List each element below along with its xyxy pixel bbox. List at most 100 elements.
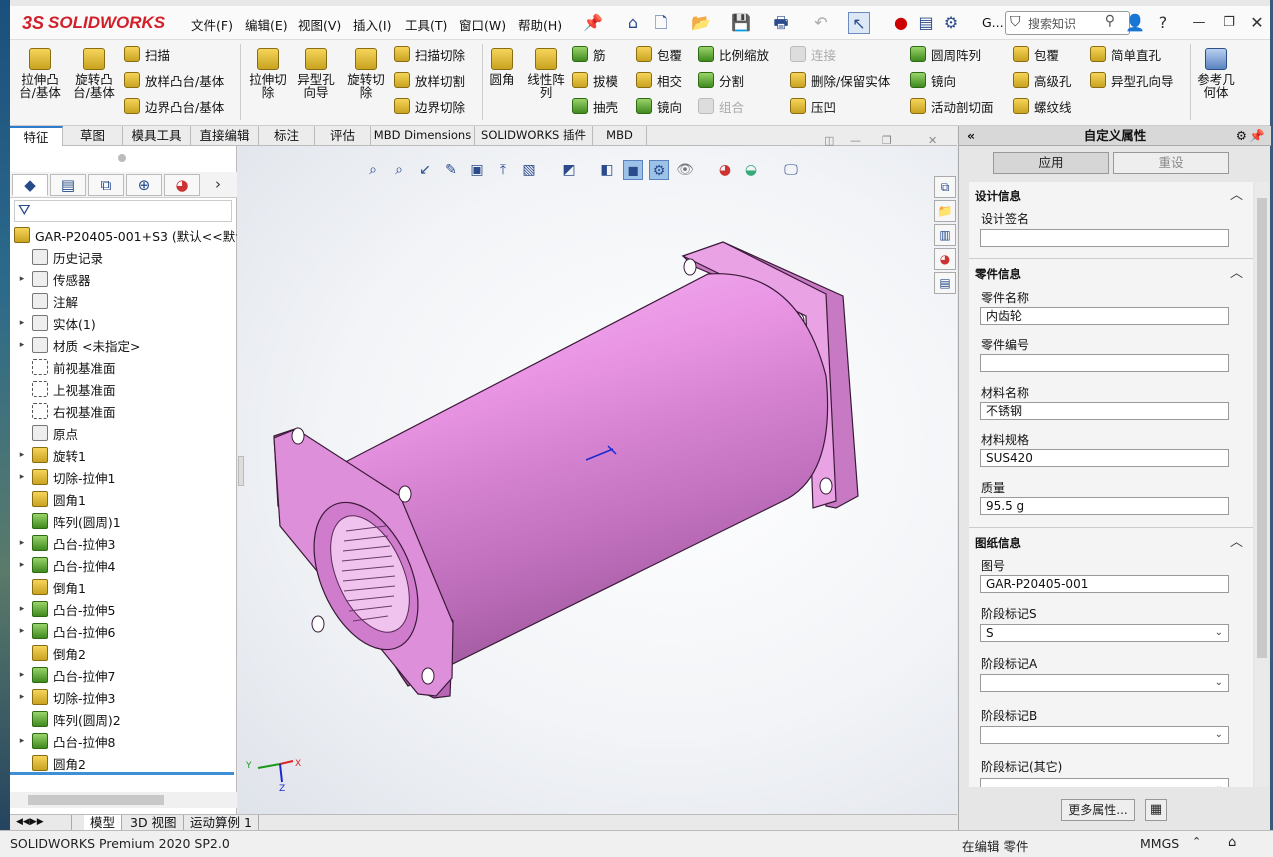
advanced-hole-button[interactable]: 高级孔 — [1013, 70, 1072, 90]
stage-other-dropdown[interactable]: ⌄ — [980, 778, 1229, 787]
part-name-field[interactable]: 内齿轮 — [980, 307, 1229, 325]
expand-arrow-icon[interactable]: ▸ — [16, 450, 28, 460]
home-icon[interactable]: ⌂ — [622, 12, 644, 34]
split-button[interactable]: 分割 — [698, 70, 744, 90]
lofted-cut-button[interactable]: 放样切割 — [394, 70, 465, 90]
menu-edit[interactable]: 编辑(E) — [245, 15, 288, 34]
expand-arrow-icon[interactable]: ▸ — [16, 340, 28, 350]
tab-mbd-dimensions[interactable]: MBD Dimensions — [371, 126, 475, 146]
delete-keep-body-button[interactable]: 删除/保留实体 — [790, 70, 890, 90]
tree-item[interactable]: 上视基准面 — [10, 378, 237, 400]
revolve-cut-button[interactable]: 旋转切 除 — [340, 44, 392, 99]
save-icon[interactable]: 💾 — [730, 12, 752, 34]
configuration-manager-tab-icon[interactable]: ⧉ — [88, 174, 124, 196]
tree-item[interactable]: ▸ 材质 <未指定> — [10, 334, 237, 356]
expand-arrow-icon[interactable]: ▸ — [16, 538, 28, 548]
tree-item[interactable]: ▸ 旋转1 — [10, 444, 237, 466]
menu-window[interactable]: 窗口(W) — [459, 15, 506, 34]
indent-button[interactable]: 压凹 — [790, 96, 836, 116]
wrap-button[interactable]: 包覆 — [636, 44, 682, 64]
select-cursor-icon[interactable]: ↖ — [848, 12, 870, 34]
more-properties-button[interactable]: 更多属性... — [1061, 799, 1135, 821]
tree-item[interactable]: ▸ 实体(1) — [10, 312, 237, 334]
part-number-field[interactable] — [980, 354, 1229, 372]
tab-solidworks-addins[interactable]: SOLIDWORKS 插件 — [475, 126, 593, 146]
expand-arrow-icon[interactable]: ▸ — [16, 736, 28, 746]
design-library-icon[interactable]: 📁 — [934, 200, 956, 222]
solidworks-logo[interactable]: 3S SOLIDWORKS — [10, 8, 165, 38]
boundary-cut-button[interactable]: 边界切除 — [394, 96, 465, 116]
rebuild-status-icon[interactable]: ⌂ — [1228, 835, 1236, 850]
tree-item[interactable]: 阵列(圆周)1 — [10, 510, 237, 532]
options-gear-icon[interactable]: ⚙ — [940, 12, 962, 34]
scale-button[interactable]: 比例缩放 — [698, 44, 769, 64]
property-tab-builder-icon[interactable]: ▦ — [1145, 799, 1167, 821]
user-icon[interactable]: 👤 — [1124, 12, 1146, 34]
tree-filter-input[interactable]: ⛛ — [14, 200, 232, 222]
help-icon[interactable]: ? — [1152, 12, 1174, 34]
menu-file[interactable]: 文件(F) — [191, 15, 233, 34]
draft-button[interactable]: 拔模 — [572, 70, 618, 90]
tree-item[interactable]: 注解 — [10, 290, 237, 312]
print-icon[interactable]: 🖶 — [770, 12, 792, 34]
search-knowledge-input[interactable]: ⛉ 搜索知识 ⚲ — [1005, 11, 1130, 35]
stage-a-dropdown[interactable]: ⌄ — [980, 674, 1229, 692]
tab-mbd[interactable]: MBD — [593, 126, 647, 146]
sweep-button[interactable]: 扫描 — [124, 44, 170, 64]
extrude-cut-button[interactable]: 拉伸切 除 — [242, 44, 294, 99]
combine-button[interactable]: 组合 — [698, 96, 744, 116]
tab-model[interactable]: 模型 — [84, 815, 123, 831]
tree-item[interactable]: 圆角2 — [10, 752, 237, 774]
reset-button[interactable]: 重设 — [1113, 152, 1229, 174]
custom-properties-icon[interactable]: ▤ — [934, 272, 956, 294]
undo-icon[interactable]: ↶ — [810, 12, 832, 34]
tree-item[interactable]: ▸ 凸台-拉伸8 — [10, 730, 237, 752]
scrollbar-thumb[interactable] — [28, 795, 164, 805]
tree-horizontal-scrollbar[interactable] — [10, 792, 237, 808]
simple-hole-button[interactable]: 简单直孔 — [1090, 44, 1161, 64]
apply-button[interactable]: 应用 — [993, 152, 1109, 174]
chevron-up-icon[interactable]: ︿ — [1230, 184, 1243, 203]
panel-grip[interactable] — [118, 154, 126, 162]
reference-geometry-button[interactable]: 参考几 何体 — [1190, 44, 1242, 99]
stage-b-dropdown[interactable]: ⌄ — [980, 726, 1229, 744]
feature-manager-tab-icon[interactable]: ◆ — [12, 174, 48, 196]
solidworks-resources-icon[interactable]: ⧉ — [934, 176, 956, 198]
material-name-field[interactable]: 不锈钢 — [980, 402, 1229, 420]
display-manager-tab-icon[interactable]: ◕ — [164, 174, 200, 196]
tree-item[interactable]: ▸ 切除-拉伸3 — [10, 686, 237, 708]
drawing-number-field[interactable]: GAR-P20405-001 — [980, 575, 1229, 593]
part-model-render[interactable]: Y X Z — [238, 146, 957, 814]
expand-arrow-icon[interactable]: ▸ — [16, 318, 28, 328]
minimize-icon[interactable]: — — [1188, 12, 1210, 34]
rollback-bar[interactable] — [10, 772, 234, 775]
chevron-up-icon[interactable]: ︿ — [1230, 531, 1243, 550]
shell-button[interactable]: 抽壳 — [572, 96, 618, 116]
stage-s-dropdown[interactable]: S ⌄ — [980, 624, 1229, 642]
tab-scroll-arrows[interactable]: ◀◀▶▶ — [10, 815, 72, 831]
thread-button[interactable]: 螺纹线 — [1013, 96, 1072, 116]
material-spec-field[interactable]: SUS420 — [980, 449, 1229, 467]
tree-item[interactable]: 阵列(圆周)2 — [10, 708, 237, 730]
new-document-icon[interactable]: 🗋 — [650, 12, 672, 34]
boundary-boss-button[interactable]: 边界凸台/基体 — [124, 96, 224, 116]
search-icon[interactable]: ⚲ — [1105, 13, 1115, 29]
hole-wizard-button-2[interactable]: 异型孔向导 — [1090, 70, 1174, 90]
tree-item[interactable]: 前视基准面 — [10, 356, 237, 378]
unit-system[interactable]: MMGS — [1140, 836, 1179, 851]
linear-pattern-button[interactable]: 线性阵 列 — [520, 44, 572, 99]
design-sign-field[interactable] — [980, 229, 1229, 247]
menu-insert[interactable]: 插入(I) — [353, 15, 391, 34]
file-explorer-icon[interactable]: ▥ — [934, 224, 956, 246]
live-section-plane-button[interactable]: 活动剖切面 — [910, 96, 994, 116]
revolve-boss-button[interactable]: 旋转凸 台/基体 — [68, 44, 120, 99]
expand-arrow-icon[interactable]: ▸ — [16, 670, 28, 680]
tree-item[interactable]: 右视基准面 — [10, 400, 237, 422]
join-button[interactable]: 连接 — [790, 44, 836, 64]
extrude-boss-button[interactable]: 拉伸凸 台/基体 — [14, 44, 66, 99]
pin-icon[interactable]: 📌 — [1249, 126, 1265, 145]
collapse-panel-icon[interactable]: « — [967, 126, 975, 145]
close-icon[interactable]: ✕ — [1246, 12, 1268, 34]
tree-item[interactable]: 原点 — [10, 422, 237, 444]
panel-collapse-handle[interactable] — [238, 456, 244, 486]
